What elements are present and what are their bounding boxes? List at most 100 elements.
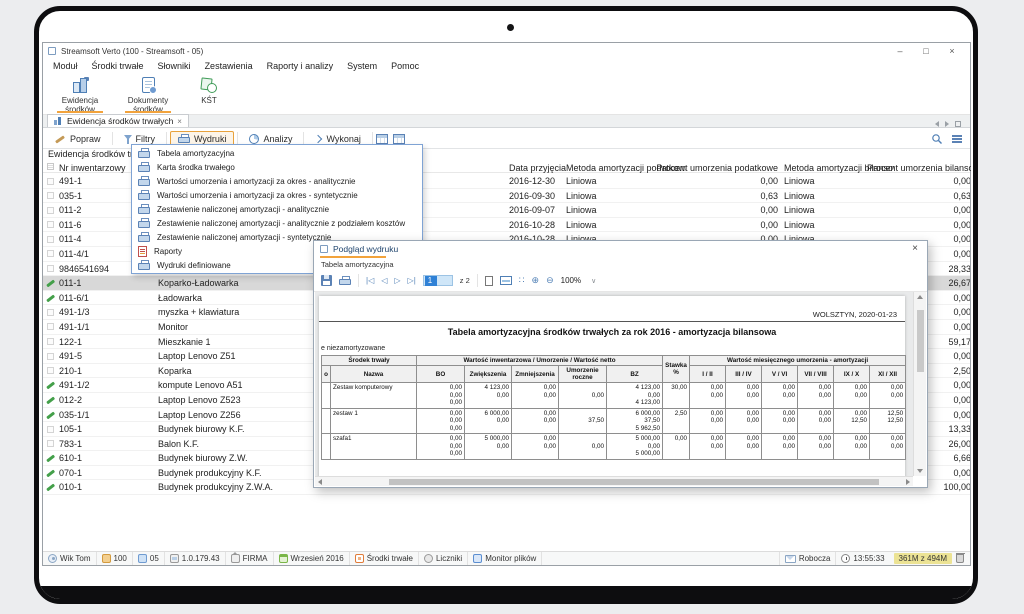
page-count-label: z 2 [460, 276, 470, 285]
tab-ewidencja-srodkow-trwalych[interactable]: Ewidencja środków trwałych × [47, 114, 189, 127]
row-checkbox[interactable] [47, 207, 54, 214]
row-checkbox[interactable] [47, 367, 54, 374]
report-cell: 5 000,00 0,00 5 000,00 [607, 434, 663, 460]
zoom-out-icon[interactable]: ⊖ [546, 275, 554, 286]
tab-close-icon[interactable]: × [177, 117, 182, 126]
print-preview-dialog: Podgląd wydruku × Tabela amortyzacyjna |… [313, 240, 928, 488]
menu-item-moduł[interactable]: Moduł [46, 61, 85, 71]
ribbon-button-ewidencja-srodkow[interactable]: Ewidencja środków [49, 73, 111, 114]
preview-vertical-scrollbar[interactable] [913, 292, 926, 476]
row-checkbox[interactable] [47, 265, 54, 272]
horizontal-scroll-thumb[interactable] [389, 479, 879, 485]
report-header-cell: BO [417, 366, 465, 383]
row-checkbox[interactable] [47, 353, 54, 360]
trash-icon[interactable] [956, 554, 964, 563]
cell-nr: 491-1/1 [59, 322, 155, 332]
menu-item-zestawienie-naliczonej-amortyzacji-analitycznie-z-podziałem-kosztów[interactable]: Zestawienie naliczonej amortyzacji - ana… [132, 216, 422, 230]
zoom-select[interactable]: 100% ∨ [561, 276, 597, 285]
minimize-button[interactable]: – [887, 43, 913, 59]
row-checkbox[interactable] [47, 250, 54, 257]
documents-icon [142, 77, 155, 93]
report-header-cell: Zmniejszenia [512, 366, 559, 383]
row-checkbox[interactable] [47, 192, 54, 199]
toolbar-separator [358, 274, 359, 287]
first-page-button[interactable]: |◁ [366, 276, 374, 285]
menu-item-środki-trwałe[interactable]: Środki trwałe [85, 61, 151, 71]
menu-item-zestawienia[interactable]: Zestawienia [198, 61, 260, 71]
scroll-right-icon[interactable] [906, 479, 910, 485]
status-item-13-55-33: 13:55:33 [835, 552, 889, 565]
page-number-input[interactable]: 1 [423, 275, 453, 286]
preview-tab-label: Tabela amortyzacyjna [321, 260, 394, 269]
page-setup-icon[interactable] [485, 276, 493, 286]
menu-item-label: Wartości umorzenia i amortyzacji za okre… [157, 177, 355, 186]
popraw-button[interactable]: Popraw [47, 131, 109, 147]
row-checkbox[interactable] [47, 236, 54, 243]
previous-page-button[interactable]: ◁ [381, 276, 387, 285]
scroll-up-icon[interactable] [917, 295, 923, 299]
menu-item-label: Raporty [154, 247, 182, 256]
fullscreen-icon[interactable]: ∷ [519, 275, 525, 286]
scroll-tabs-right-icon[interactable] [945, 121, 949, 127]
menu-item-wartości-umorzenia-i-amortyzacji-za-okres-analitycznie[interactable]: Wartości umorzenia i amortyzacji za okre… [132, 174, 422, 188]
preview-horizontal-scrollbar[interactable] [315, 476, 913, 486]
row-checkbox[interactable] [47, 426, 54, 433]
report-header-cell: III / IV [726, 366, 762, 383]
report-cell [322, 383, 331, 409]
menu-item-zestawienie-naliczonej-amortyzacji-analitycznie[interactable]: Zestawienie naliczonej amortyzacji - ana… [132, 202, 422, 216]
status-item-label: Wik Tom [60, 554, 91, 563]
edited-pencil-icon [46, 483, 56, 492]
search-icon[interactable] [931, 133, 943, 145]
preview-viewport: WOLSZTYN, 2020-01-23 Tabela amortyzacyjn… [315, 292, 913, 476]
menu-item-słowniki[interactable]: Słowniki [151, 61, 198, 71]
maximize-button[interactable]: □ [913, 43, 939, 59]
edited-pencil-icon [46, 381, 56, 390]
menu-item-system[interactable]: System [340, 61, 384, 71]
report-cell: 30,00 [663, 383, 690, 409]
printer-icon [178, 134, 190, 144]
vertical-scroll-thumb[interactable] [917, 310, 924, 372]
scroll-left-icon[interactable] [318, 479, 322, 485]
menu-item-tabela-amortyzacyjna[interactable]: Tabela amortyzacyjna [132, 146, 422, 160]
mail-icon [785, 555, 796, 563]
menu-item-karta-środka-trwałego[interactable]: Karta środka trwałego [132, 160, 422, 174]
row-checkbox[interactable] [47, 178, 54, 185]
fit-width-icon[interactable] [500, 276, 512, 285]
column-header-procent-podatkowe[interactable]: Procent umorzenia podatkowe [653, 163, 778, 173]
print-icon[interactable] [339, 276, 351, 286]
column-filter-icon[interactable] [47, 163, 54, 170]
report-header-cell: IX / X [834, 366, 870, 383]
hamburger-menu-icon[interactable] [952, 135, 962, 143]
module-icon [355, 554, 364, 563]
row-checkbox[interactable] [47, 338, 54, 345]
menu-item-wartości-umorzenia-i-amortyzacji-za-okres-syntetycznie[interactable]: Wartości umorzenia i amortyzacji za okre… [132, 188, 422, 202]
tab-list-icon[interactable] [955, 121, 961, 127]
grid-summary-icon[interactable] [393, 134, 405, 144]
row-checkbox[interactable] [47, 221, 54, 228]
status-item-liczniki: Liczniki [419, 552, 468, 565]
column-header-procent-bilansowe[interactable]: Procent umorzenia bilansowe [867, 163, 971, 173]
scroll-tabs-left-icon[interactable] [935, 121, 939, 127]
dialog-close-icon[interactable]: × [909, 241, 921, 257]
grid-view-icon[interactable] [376, 134, 388, 144]
ribbon-button-kst[interactable]: KŚT [185, 73, 233, 114]
menu-item-pomoc[interactable]: Pomoc [384, 61, 426, 71]
cell-nr: 491-1/3 [59, 307, 155, 317]
close-button[interactable]: × [939, 43, 965, 59]
row-checkbox[interactable] [47, 309, 54, 316]
zoom-in-icon[interactable]: ⊕ [532, 275, 540, 286]
scroll-down-icon[interactable] [917, 469, 923, 473]
status-item-label: Robocza [799, 554, 831, 563]
menu-item-raporty-i-analizy[interactable]: Raporty i analizy [260, 61, 341, 71]
report-header-cell: XI / XII [870, 366, 906, 383]
save-icon[interactable] [321, 275, 332, 286]
cell-balance-percent: 0,63 [867, 191, 970, 201]
next-page-button[interactable]: ▷ [394, 276, 400, 285]
last-page-button[interactable]: ▷| [408, 276, 416, 285]
printer-icon [138, 260, 150, 270]
status-item-label: Środki trwałe [367, 554, 413, 563]
row-checkbox[interactable] [47, 440, 54, 447]
chart-icon [249, 134, 259, 144]
row-checkbox[interactable] [47, 323, 54, 330]
ribbon-button-dokumenty-srodkow[interactable]: Dokumenty środków [117, 73, 179, 114]
